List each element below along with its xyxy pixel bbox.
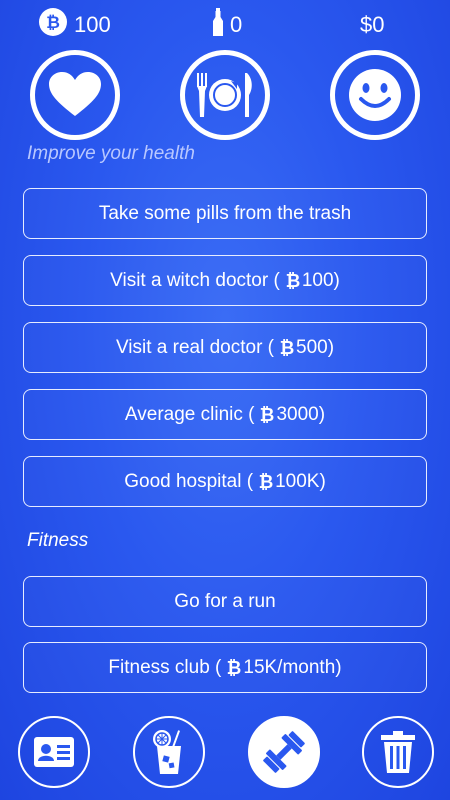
- svg-text:₿: ₿: [280, 338, 294, 358]
- option-label: Average clinic (: [124, 403, 255, 425]
- svg-text:₿: ₿: [286, 271, 300, 291]
- option-label: Take some pills from the trash: [98, 202, 352, 224]
- option-label: Visit a real doctor (: [115, 336, 275, 358]
- go-for-run-button[interactable]: Go for a run: [23, 576, 427, 627]
- svg-text:₿: ₿: [259, 472, 273, 492]
- heart-icon: [49, 72, 101, 116]
- fitness-club-button[interactable]: Fitness club ( ₿ 15K/month): [23, 642, 427, 693]
- witch-doctor-button[interactable]: Visit a witch doctor ( ₿ 100): [23, 255, 427, 306]
- option-price: 15K/month): [243, 656, 342, 678]
- section-health-label: Improve your health: [27, 143, 195, 164]
- trash-icon: [381, 731, 415, 773]
- bitcoin-icon: ₿: [286, 271, 300, 291]
- money-stat: $0: [360, 8, 384, 42]
- bottles-value: 0: [230, 12, 243, 37]
- bottle-icon: [212, 8, 224, 42]
- stats-bar: ₿ 100 0 $0: [0, 0, 450, 140]
- drink-icon: [153, 730, 181, 774]
- fitness-nav-button[interactable]: [248, 716, 320, 788]
- coins-value: 100: [74, 12, 111, 37]
- average-clinic-button[interactable]: Average clinic ( ₿ 3000): [23, 389, 427, 440]
- dumbbell-icon: [263, 731, 305, 773]
- mood-meter[interactable]: [330, 50, 420, 140]
- bitcoin-icon: ₿: [38, 7, 68, 43]
- option-label: Go for a run: [174, 590, 276, 612]
- bitcoin-icon: ₿: [280, 338, 294, 358]
- svg-text:₿: ₿: [227, 658, 241, 678]
- food-drink-nav-button[interactable]: [133, 716, 205, 788]
- option-price: 100): [301, 269, 340, 291]
- health-meter[interactable]: [30, 50, 120, 140]
- good-hospital-button[interactable]: Good hospital ( ₿ 100K): [23, 456, 427, 507]
- bitcoin-icon: ₿: [227, 658, 241, 678]
- bitcoin-icon: ₿: [259, 472, 273, 492]
- id-card-icon: [34, 737, 74, 767]
- svg-text:₿: ₿: [260, 405, 274, 425]
- option-price: 500): [296, 336, 335, 358]
- section-fitness-label: Fitness: [27, 530, 89, 551]
- option-label: Fitness club (: [108, 656, 222, 678]
- money-value: $0: [360, 12, 385, 37]
- bitcoin-icon: ₿: [260, 405, 274, 425]
- option-label: Good hospital (: [124, 470, 254, 492]
- coins-stat: ₿ 100: [38, 8, 111, 42]
- option-price: 3000): [276, 403, 326, 425]
- option-label: Visit a witch doctor (: [110, 269, 280, 291]
- smiley-icon: [349, 69, 401, 121]
- profile-nav-button[interactable]: [18, 716, 90, 788]
- pills-from-trash-button[interactable]: Take some pills from the trash: [23, 188, 427, 239]
- option-price: 100K): [275, 470, 326, 492]
- trash-nav-button[interactable]: [362, 716, 434, 788]
- svg-text:₿: ₿: [46, 13, 60, 32]
- bottles-stat: 0: [212, 8, 242, 42]
- real-doctor-button[interactable]: Visit a real doctor ( ₿ 500): [23, 322, 427, 373]
- plate-icon: [197, 73, 252, 117]
- food-meter[interactable]: [180, 50, 270, 140]
